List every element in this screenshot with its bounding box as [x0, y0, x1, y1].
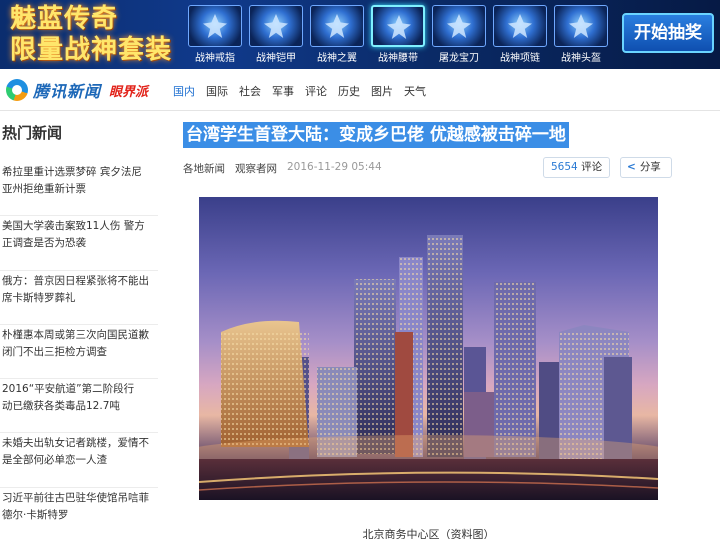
hot-news-item-line2: 德尔·卡斯特罗 — [2, 508, 69, 521]
start-lottery-button[interactable]: 开始抽奖 — [622, 13, 714, 53]
article-photo — [199, 197, 658, 500]
hot-news-item[interactable]: 希拉里重计选票梦碎 宾夕法尼 亚州拒绝重新计票 — [0, 162, 158, 217]
ad-item-label: 战神腰带 — [378, 53, 418, 64]
ad-item[interactable]: 战神戒指 — [186, 3, 244, 66]
nav-link-photos[interactable]: 图片 — [371, 83, 393, 99]
ad-item[interactable]: 战神项链 — [491, 3, 549, 66]
hot-news-item[interactable]: 习近平前往古巴驻华使馆吊唁菲 德尔·卡斯特罗 — [0, 488, 158, 539]
nav-link-international[interactable]: 国际 — [206, 83, 228, 99]
hot-news-item-line2: 正调查是否为恐袭 — [2, 237, 86, 250]
comment-label: 评论 — [581, 161, 603, 173]
ad-item-list: 战神戒指 战神铠甲 战神之翼 战神腰带 屠龙宝刀 战神项链 战神头盔 — [186, 3, 610, 66]
share-button[interactable]: < 分享 — [620, 157, 672, 178]
ad-item[interactable]: 屠龙宝刀 — [430, 3, 488, 66]
logo-subbrand: 眼界派 — [109, 84, 149, 100]
hot-news-item-line1: 习近平前往古巴驻华使馆吊唁菲 — [2, 491, 149, 504]
ad-item-label: 战神戒指 — [195, 53, 235, 64]
top-nav: 腾讯新闻 眼界派 国内 国际 社会 军事 评论 历史 图片 天气 — [0, 69, 720, 111]
photo-caption: 北京商务中心区（资料图） — [362, 528, 495, 539]
hot-news-item-line2: 动已缴获各类毒品12.7吨 — [2, 400, 120, 413]
hot-news-item-line2: 闭门不出三拒检方调查 — [2, 345, 107, 358]
ad-item-label: 战神项链 — [500, 53, 540, 64]
article-meta: 各地新闻 观察者网 2016-11-29 05:44 — [183, 161, 382, 176]
hot-news-item[interactable]: 美国大学袭击案致11人伤 警方 正调查是否为恐袭 — [0, 216, 158, 271]
hot-news-title: 热门新闻 — [2, 124, 63, 142]
article-source[interactable]: 各地新闻 — [183, 161, 225, 176]
sword-icon — [432, 5, 486, 47]
nav-link-domestic[interactable]: 国内 — [173, 83, 195, 99]
ad-title-line2: 限量战神套装 — [10, 35, 173, 65]
hot-news-item-line2: 亚州拒绝重新计票 — [2, 183, 86, 195]
channel-nav: 国内 国际 社会 军事 评论 历史 图片 天气 — [173, 83, 426, 99]
helmet-icon — [554, 5, 608, 47]
hot-news-item-line1: 美国大学袭击案致11人伤 警方 — [2, 220, 145, 233]
hot-news-item-line2: 席卡斯特罗葬礼 — [2, 291, 76, 304]
hot-news-item-line1: 2016“平安航道”第二阶段行 — [2, 383, 135, 396]
hot-news-item-line1: 希拉里重计选票梦碎 宾夕法尼 — [2, 166, 142, 178]
ad-item-label: 战神头盔 — [561, 53, 601, 64]
ad-item-label: 战神铠甲 — [256, 53, 296, 64]
comment-button[interactable]: 5654 评论 — [543, 157, 611, 178]
share-icon: < — [627, 161, 636, 173]
tencent-logo-icon — [6, 79, 28, 101]
belt-icon — [371, 5, 425, 47]
nav-link-society[interactable]: 社会 — [239, 83, 261, 99]
ad-item-label: 战神之翼 — [317, 53, 357, 64]
armor-icon — [249, 5, 303, 47]
wings-icon — [310, 5, 364, 47]
nav-link-weather[interactable]: 天气 — [404, 83, 426, 99]
article-date: 2016-11-29 05:44 — [287, 161, 382, 173]
hot-news-item[interactable]: 未婚夫出轨女记者跳楼，爱情不 是全部何必单恋一人渣 — [0, 433, 158, 488]
article-headline: 台湾学生首登大陆：变成乡巴佬 优越感被击碎一地 — [183, 122, 569, 148]
ad-title-line1: 魅蓝传奇 — [10, 4, 119, 34]
hot-news-item-line1: 俄方：普京因日程紧张将不能出 — [2, 274, 149, 287]
logo-text: 腾讯新闻 — [33, 82, 102, 101]
nav-link-commentary[interactable]: 评论 — [305, 83, 327, 99]
ad-item-selected[interactable]: 战神腰带 — [369, 3, 427, 66]
nav-link-history[interactable]: 历史 — [338, 83, 360, 99]
hot-news-item-line1: 朴槿惠本周或第三次向国民道歉 — [2, 328, 149, 341]
ad-item[interactable]: 战神之翼 — [308, 3, 366, 66]
comment-count: 5654 — [551, 161, 578, 173]
hot-news-item-line2: 是全部何必单恋一人渣 — [2, 454, 107, 467]
ad-item[interactable]: 战神铠甲 — [247, 3, 305, 66]
nav-link-military[interactable]: 军事 — [272, 83, 294, 99]
ad-item-label: 屠龙宝刀 — [439, 53, 479, 64]
ring-icon — [188, 5, 242, 47]
ad-item[interactable]: 战神头盔 — [552, 3, 610, 66]
share-label: 分享 — [639, 161, 661, 173]
hot-news-list: 希拉里重计选票梦碎 宾夕法尼 亚州拒绝重新计票 美国大学袭击案致11人伤 警方 … — [0, 162, 158, 539]
ad-banner[interactable]: 魅蓝传奇 限量战神套装 战神戒指 战神铠甲 战神之翼 战神腰带 屠龙宝刀 战神项… — [0, 0, 720, 69]
hot-news-item[interactable]: 朴槿惠本周或第三次向国民道歉 闭门不出三拒检方调查 — [0, 325, 158, 380]
hot-news-item-line1: 未婚夫出轨女记者跳楼，爱情不 — [2, 437, 149, 450]
hot-news-item[interactable]: 2016“平安航道”第二阶段行 动已缴获各类毒品12.7吨 — [0, 379, 158, 434]
hot-news-sidebar: 热门新闻 希拉里重计选票梦碎 宾夕法尼 亚州拒绝重新计票 美国大学袭击案致11人… — [0, 112, 160, 539]
site-logo[interactable]: 腾讯新闻 眼界派 — [6, 78, 148, 102]
necklace-icon — [493, 5, 547, 47]
article-outlet[interactable]: 观察者网 — [235, 161, 277, 176]
cbd-skyline-illustration — [199, 235, 658, 500]
hot-news-item[interactable]: 俄方：普京因日程紧张将不能出 席卡斯特罗葬礼 — [0, 271, 158, 325]
ad-title: 魅蓝传奇 限量战神套装 — [10, 4, 180, 66]
